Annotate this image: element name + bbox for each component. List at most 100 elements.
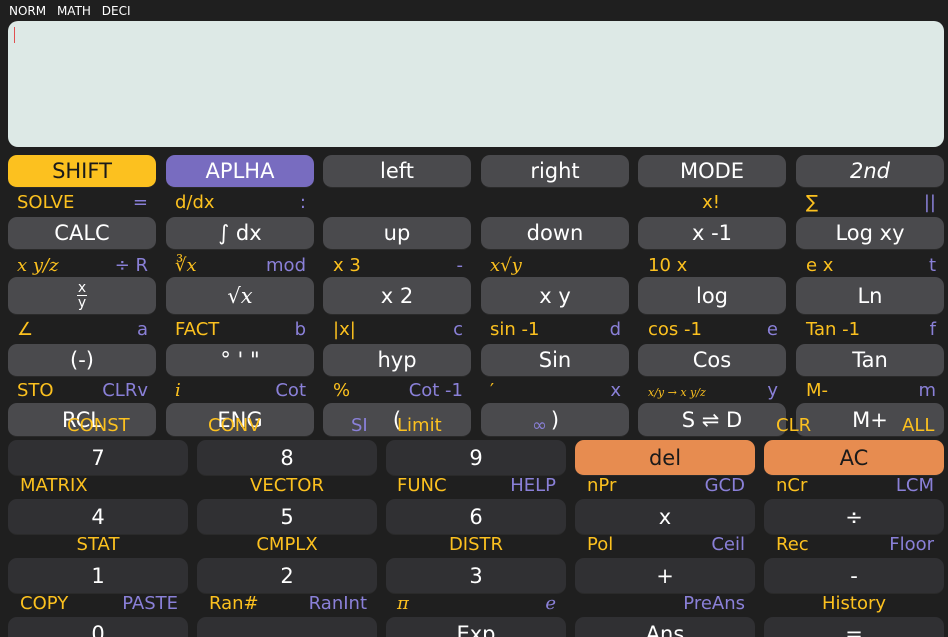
dms-label: ° ' " <box>220 348 260 372</box>
clr-label: CLR <box>776 415 812 436</box>
inverse-button[interactable]: x -1 <box>638 217 786 250</box>
mixed-fraction-label: x y/z <box>17 255 59 276</box>
cos-button[interactable]: Cos <box>638 344 786 377</box>
angle-label: ∠ <box>17 319 34 340</box>
fraction-button[interactable]: xy <box>8 277 156 315</box>
ln-label: Ln <box>857 283 883 308</box>
down-button[interactable]: down <box>481 217 629 250</box>
left-label: left <box>379 159 414 183</box>
up-label: up <box>383 221 411 245</box>
multiply-button[interactable]: x <box>575 499 755 535</box>
sqrt-button[interactable]: √x <box>166 277 314 315</box>
digit-2-button[interactable]: 2 <box>197 558 377 594</box>
equals-button[interactable]: = <box>764 617 944 637</box>
status-norm: NORM <box>9 4 47 18</box>
all-clear-button[interactable]: AC <box>764 440 944 476</box>
abs-label: |x| <box>333 319 356 340</box>
digit-5-button[interactable]: 5 <box>197 499 377 535</box>
power-button[interactable]: x y <box>481 277 629 315</box>
const-label: CONST <box>67 415 130 436</box>
shift-button[interactable]: SHIFT <box>8 155 156 188</box>
rec-label: Rec <box>776 534 809 555</box>
mode-button[interactable]: MODE <box>638 155 786 188</box>
exp-button[interactable]: Exp <box>386 617 566 637</box>
copy-label: COPY <box>20 593 69 614</box>
integral-button[interactable]: ∫ dx <box>166 217 314 250</box>
plus-label: + <box>656 563 674 588</box>
var-m-label: m <box>918 380 936 401</box>
sum-label: ∑ <box>806 192 819 213</box>
cot-label: Cot <box>275 380 306 401</box>
help-label: HELP <box>510 475 556 496</box>
up-button[interactable]: up <box>323 217 471 250</box>
minus-button[interactable]: - <box>764 558 944 594</box>
mminus-label: M- <box>806 380 829 401</box>
tan-label: Tan <box>852 348 888 372</box>
var-x-label: x <box>610 380 621 401</box>
stat-label: STAT <box>76 534 120 555</box>
prime-label: ′ <box>490 380 495 401</box>
decimal-button[interactable] <box>197 617 377 637</box>
digit-4-button[interactable]: 4 <box>8 499 188 535</box>
right-button[interactable]: right <box>481 155 629 188</box>
digit-3-button[interactable]: 3 <box>386 558 566 594</box>
ln-button[interactable]: Ln <box>796 277 944 315</box>
second-function-button[interactable]: 2nd <box>796 155 944 188</box>
imaginary-label: i <box>175 380 181 401</box>
digit-2-label: 2 <box>280 563 294 588</box>
delete-button[interactable]: del <box>575 440 755 476</box>
negative-button[interactable]: (-) <box>8 344 156 377</box>
log-button[interactable]: log <box>638 277 786 315</box>
display-screen[interactable] <box>8 21 944 147</box>
fraction-denominator: y <box>77 295 87 311</box>
negative-label: (-) <box>70 348 94 372</box>
divide-button[interactable]: ÷ <box>764 499 944 535</box>
sin-button[interactable]: Sin <box>481 344 629 377</box>
euler-label: e <box>545 593 556 614</box>
close-paren-button[interactable]: ) <box>481 403 629 437</box>
infinity-label: ∞ <box>532 415 547 436</box>
e-power-label: e x <box>806 255 834 276</box>
tan-button[interactable]: Tan <box>796 344 944 377</box>
dms-button[interactable]: ° ' " <box>166 344 314 377</box>
sd-label: S ⇌ D <box>681 407 743 432</box>
calculator: NORM MATH DECI SHIFT APLHA left right MO… <box>0 0 948 637</box>
derivative-label: d/dx <box>175 192 215 213</box>
digit-7-button[interactable]: 7 <box>8 440 188 476</box>
dash-label: - <box>456 255 464 276</box>
cos-label: Cos <box>692 348 732 372</box>
cube-root-label: ∛x <box>175 255 197 276</box>
floor-label: Floor <box>889 534 934 555</box>
hyp-button[interactable]: hyp <box>323 344 471 377</box>
close-paren-label: ) <box>550 407 560 432</box>
func-label: FUNC <box>397 475 447 496</box>
equals-label: = <box>845 622 863 637</box>
digit-8-button[interactable]: 8 <box>197 440 377 476</box>
digit-1-button[interactable]: 1 <box>8 558 188 594</box>
nth-root-label: x√y <box>490 255 522 276</box>
limit-label: Limit <box>397 415 442 436</box>
minus-label: - <box>850 563 858 588</box>
log-base-button[interactable]: Log xy <box>796 217 944 250</box>
alpha-button[interactable]: APLHA <box>166 155 314 188</box>
sin-label: Sin <box>538 348 572 372</box>
divide-remainder-label: ÷ R <box>114 255 148 276</box>
preans-label: PreAns <box>683 593 745 614</box>
ans-button[interactable]: Ans <box>575 617 755 637</box>
plus-button[interactable]: + <box>575 558 755 594</box>
digit-9-button[interactable]: 9 <box>386 440 566 476</box>
var-b-label: b <box>294 319 306 340</box>
exp-label: Exp <box>456 622 496 637</box>
square-button[interactable]: x 2 <box>323 277 471 315</box>
sd-toggle-button[interactable]: S ⇌ D <box>638 403 786 437</box>
digit-6-button[interactable]: 6 <box>386 499 566 535</box>
left-button[interactable]: left <box>323 155 471 188</box>
digit-0-button[interactable]: 0 <box>8 617 188 637</box>
lcm-label: LCM <box>895 475 934 496</box>
digit-4-label: 4 <box>91 504 105 529</box>
var-f-label: f <box>929 319 936 340</box>
calc-button[interactable]: CALC <box>8 217 156 250</box>
mplus-label: M+ <box>852 407 888 432</box>
all-clear-label: AC <box>839 445 869 470</box>
cmplx-label: CMPLX <box>256 534 318 555</box>
